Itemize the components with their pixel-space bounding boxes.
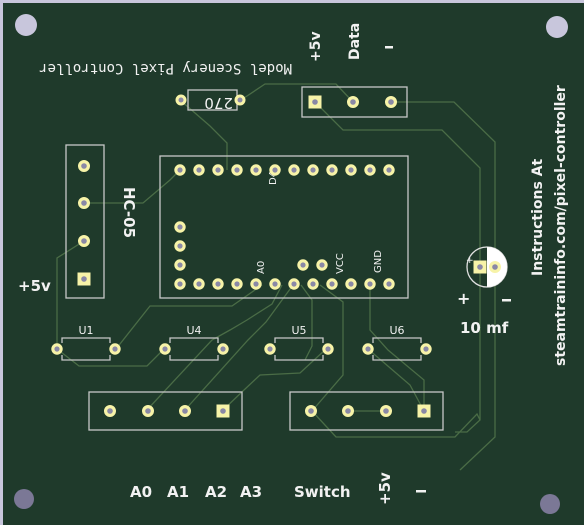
header-top-label-minus	[385, 46, 393, 49]
header-top-label-data: Data	[347, 23, 363, 60]
bottom-label-5v: +5v	[376, 472, 394, 505]
resistor-value: 270	[204, 94, 233, 112]
pin-label-vcc: VCC	[335, 253, 346, 274]
drill-hole	[267, 346, 273, 352]
board-title-group: Model Scenery Pixel Controller	[39, 60, 292, 76]
mounting-hole-top-left	[15, 14, 37, 36]
bottom-label-a0: A0	[130, 483, 152, 501]
drill-hole	[367, 167, 373, 173]
drill-hole	[215, 167, 221, 173]
drill-hole	[177, 243, 183, 249]
drill-hole	[291, 281, 297, 287]
pin-label-gnd: GND	[373, 250, 384, 273]
pcb-layout: Model Scenery Pixel Controller 270 +5v D…	[3, 3, 584, 525]
drill-hole	[162, 346, 168, 352]
diode-ref: U1	[78, 324, 93, 337]
mounting-hole-bottom-left	[14, 489, 34, 509]
drill-hole	[386, 167, 392, 173]
drill-hole	[177, 224, 183, 230]
drill-hole	[253, 167, 259, 173]
diode-ref: U4	[186, 324, 201, 337]
drill-hole	[348, 167, 354, 173]
bottom-label-switch: Switch	[294, 483, 351, 501]
instructions-line2: steamtraininfo.com/pixel-controller	[553, 85, 569, 366]
drill-hole	[234, 281, 240, 287]
drill-hole	[367, 281, 373, 287]
mounting-hole-top-right	[546, 16, 568, 38]
drill-hole	[329, 167, 335, 173]
drill-hole	[215, 281, 221, 287]
drill-hole	[365, 346, 371, 352]
hc05-label: HC-05	[120, 187, 138, 238]
capacitor-plus-label: +	[457, 289, 470, 308]
drill-hole	[319, 262, 325, 268]
capacitor-minus-label	[502, 299, 511, 302]
drill-hole	[386, 281, 392, 287]
diode-ref: U6	[389, 324, 404, 337]
drill-hole	[310, 167, 316, 173]
bottom-label-a1: A1	[167, 483, 189, 501]
drill-hole	[291, 167, 297, 173]
drill-hole	[112, 346, 118, 352]
drill-hole	[272, 167, 278, 173]
mounting-hole-bottom-right	[540, 494, 560, 514]
drill-hole	[253, 281, 259, 287]
drill-hole	[329, 281, 335, 287]
drill-hole	[234, 167, 240, 173]
drill-hole	[196, 281, 202, 287]
instructions-line1: Instructions At	[530, 159, 546, 276]
drill-hole	[177, 262, 183, 268]
bottom-label-a3: A3	[240, 483, 262, 501]
drill-hole	[177, 167, 183, 173]
board-title: Model Scenery Pixel Controller	[39, 60, 292, 76]
drill-hole	[300, 262, 306, 268]
drill-hole	[348, 281, 354, 287]
capacitor-value: 10 mf	[460, 319, 509, 337]
header-top-label-5v: +5v	[308, 31, 324, 62]
pin-label-a0: A0	[256, 261, 267, 274]
diode-ref: U5	[291, 324, 306, 337]
drill-hole	[54, 346, 60, 352]
drill-hole	[196, 167, 202, 173]
drill-hole	[310, 281, 316, 287]
drill-hole	[177, 281, 183, 287]
drill-hole	[220, 346, 226, 352]
drill-hole	[423, 346, 429, 352]
hc05-power-label: +5v	[18, 277, 51, 295]
drill-hole	[272, 281, 278, 287]
drill-hole	[325, 346, 331, 352]
bottom-label-minus	[416, 490, 426, 493]
capacitor-polarity-mark: +	[466, 256, 474, 266]
bottom-label-a2: A2	[205, 483, 227, 501]
